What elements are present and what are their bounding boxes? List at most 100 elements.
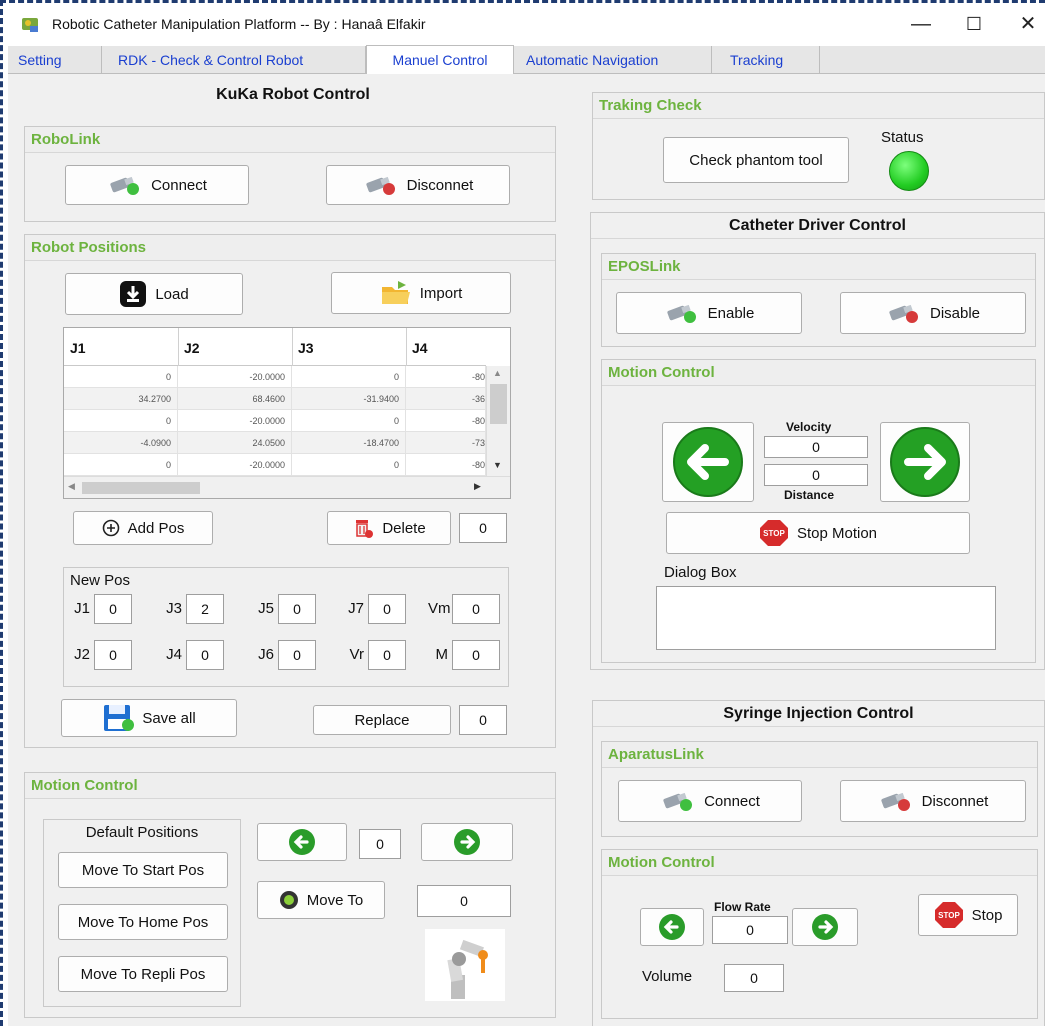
- add-pos-label: Add Pos: [127, 519, 185, 537]
- table-vscrollbar[interactable]: ▲ ▼: [486, 366, 510, 476]
- table-cell[interactable]: -20.0000: [178, 454, 292, 476]
- syringe-forward-button[interactable]: [792, 908, 858, 946]
- table-cell[interactable]: -31.9400: [292, 388, 406, 410]
- table-cell[interactable]: 0: [292, 366, 406, 388]
- go-circle-icon: [279, 891, 298, 909]
- table-cell[interactable]: 34.2700: [64, 388, 178, 410]
- table-cell[interactable]: -20.0000: [178, 366, 292, 388]
- table-cell[interactable]: 0: [292, 410, 406, 432]
- newpos-j1-input[interactable]: 0: [94, 594, 132, 624]
- minimize-button[interactable]: —: [901, 10, 941, 38]
- aparatus-connect-button[interactable]: Connect: [618, 780, 802, 822]
- import-button[interactable]: Import: [331, 272, 511, 314]
- delete-index-input[interactable]: 0: [459, 513, 507, 543]
- move-to-button[interactable]: Move To: [257, 881, 385, 919]
- plug-disconnect-icon: [366, 176, 395, 195]
- trash-icon: [356, 520, 374, 538]
- volume-input[interactable]: 0: [724, 964, 784, 992]
- catheter-forward-button[interactable]: [880, 422, 970, 502]
- plus-circle-icon: [102, 519, 119, 537]
- table-cell[interactable]: 0: [64, 454, 178, 476]
- move-home-pos-button[interactable]: Move To Home Pos: [58, 904, 228, 940]
- table-cell[interactable]: -73: [406, 432, 486, 454]
- table-hscrollbar[interactable]: ◀ ▶: [64, 476, 510, 498]
- table-cell[interactable]: -80: [406, 410, 486, 432]
- maximize-button[interactable]: ☐: [954, 10, 994, 38]
- table-row[interactable]: 0 -20.0000 0 -80: [64, 410, 486, 432]
- new-pos-panel: New Pos J1 0 J3 2 J5 0 J7 0 Vm 0 J2 0 J4 0 J6 0 Vr 0 M 0: [63, 567, 509, 687]
- eposlink-panel: EPOSLink Enable Disable: [601, 253, 1036, 347]
- kuka-step-back-button[interactable]: [257, 823, 347, 861]
- table-row[interactable]: 0 -20.0000 0 -80: [64, 454, 486, 476]
- download-icon: [120, 281, 147, 307]
- newpos-j3-input[interactable]: 2: [186, 594, 224, 624]
- table-cell[interactable]: -80: [406, 454, 486, 476]
- table-cell[interactable]: 24.0500: [178, 432, 292, 454]
- table-cell[interactable]: -18.4700: [292, 432, 406, 454]
- check-phantom-tool-button[interactable]: Check phantom tool: [663, 137, 849, 183]
- table-cell[interactable]: 0: [292, 454, 406, 476]
- stop-motion-button[interactable]: STOP Stop Motion: [666, 512, 970, 554]
- velocity-input[interactable]: 0: [764, 436, 868, 458]
- tab-rdk-check[interactable]: RDK - Check & Control Robot: [102, 46, 366, 74]
- distance-input[interactable]: 0: [764, 464, 868, 486]
- flow-rate-input[interactable]: 0: [712, 916, 788, 944]
- load-label: Load: [155, 285, 189, 303]
- move-to-input[interactable]: 0: [417, 885, 511, 917]
- table-cell[interactable]: -20.0000: [178, 410, 292, 432]
- table-cell[interactable]: 68.4600: [178, 388, 292, 410]
- syringe-stop-label: Stop: [971, 906, 1003, 924]
- delete-button[interactable]: Delete: [327, 511, 451, 545]
- replace-button[interactable]: Replace: [313, 705, 451, 735]
- newpos-vr-input[interactable]: 0: [368, 640, 406, 670]
- epos-disable-button[interactable]: Disable: [840, 292, 1026, 334]
- newpos-j2-label: J2: [74, 646, 90, 663]
- epos-enable-button[interactable]: Enable: [616, 292, 802, 334]
- catheter-back-button[interactable]: [662, 422, 754, 502]
- table-cell[interactable]: -36: [406, 388, 486, 410]
- replace-index-input[interactable]: 0: [459, 705, 507, 735]
- kuka-motion-panel: Motion Control Default Positions Move To…: [24, 772, 556, 1018]
- save-all-button[interactable]: Save all: [61, 699, 237, 737]
- kuka-step-forward-button[interactable]: [421, 823, 513, 861]
- syringe-stop-button[interactable]: STOP Stop: [918, 894, 1018, 936]
- col-header-j4: J4: [412, 340, 428, 356]
- newpos-j2-input[interactable]: 0: [94, 640, 132, 670]
- new-pos-title: New Pos: [70, 572, 131, 589]
- newpos-j6-input[interactable]: 0: [278, 640, 316, 670]
- syringe-back-button[interactable]: [640, 908, 704, 946]
- table-cell[interactable]: -4.0900: [64, 432, 178, 454]
- kuka-step-input[interactable]: 0: [359, 829, 401, 859]
- aparatus-disconnect-label: Disconnet: [921, 792, 989, 810]
- stop-motion-label: Stop Motion: [796, 524, 878, 542]
- load-button[interactable]: Load: [65, 273, 243, 315]
- add-pos-button[interactable]: Add Pos: [73, 511, 213, 545]
- robolink-connect-button[interactable]: Connect: [65, 165, 249, 205]
- table-row[interactable]: -4.0900 24.0500 -18.4700 -73: [64, 432, 486, 454]
- tab-tracking[interactable]: Tracking: [712, 46, 820, 74]
- tab-setting[interactable]: Setting: [8, 46, 102, 74]
- table-cell[interactable]: -80: [406, 366, 486, 388]
- table-row[interactable]: 0 -20.0000 0 -80: [64, 366, 486, 388]
- replace-label: Replace: [354, 711, 410, 729]
- robolink-disconnect-button[interactable]: Disconnet: [326, 165, 510, 205]
- tab-manuel-control[interactable]: Manuel Control: [366, 45, 514, 75]
- table-cell[interactable]: 0: [64, 366, 178, 388]
- newpos-j4-input[interactable]: 0: [186, 640, 224, 670]
- move-repli-pos-button[interactable]: Move To Repli Pos: [58, 956, 228, 992]
- aparatus-disconnect-button[interactable]: Disconnet: [840, 780, 1026, 822]
- table-row[interactable]: 34.2700 68.4600 -31.9400 -36: [64, 388, 486, 410]
- newpos-m-input[interactable]: 0: [452, 640, 500, 670]
- robot-arm-icon: [425, 929, 505, 1001]
- dialog-box-textarea[interactable]: [656, 586, 996, 650]
- newpos-j5-input[interactable]: 0: [278, 594, 316, 624]
- close-button[interactable]: ✕: [1008, 10, 1045, 38]
- move-start-pos-button[interactable]: Move To Start Pos: [58, 852, 228, 888]
- tab-automatic-navigation[interactable]: Automatic Navigation: [514, 46, 712, 74]
- robolink-title: RoboLink: [25, 127, 555, 153]
- syringe-panel: Syringe Injection Control AparatusLink C…: [592, 700, 1045, 1026]
- newpos-j7-input[interactable]: 0: [368, 594, 406, 624]
- table-cell[interactable]: 0: [64, 410, 178, 432]
- newpos-vm-input[interactable]: 0: [452, 594, 500, 624]
- positions-table[interactable]: J1 J2 J3 J4 0 -20.0000 0 -80 34.2700 68.4600-…: [63, 327, 511, 499]
